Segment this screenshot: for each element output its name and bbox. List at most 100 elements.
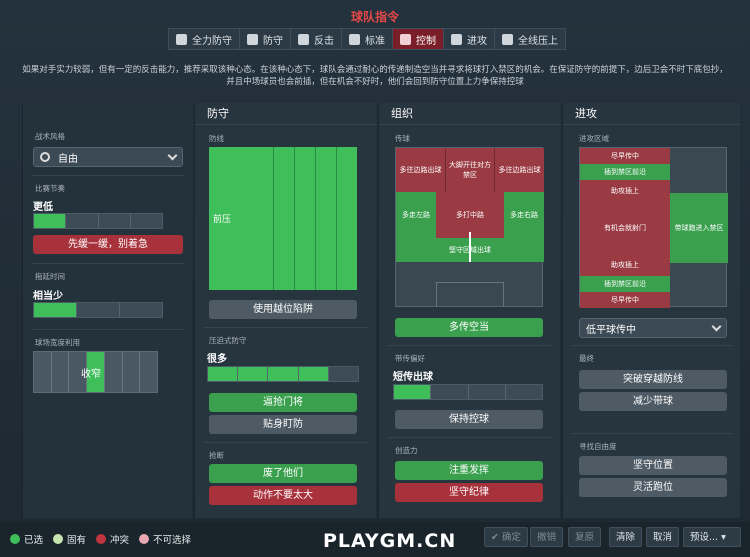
press-keeper-button[interactable]: 逼抢门将 xyxy=(209,393,357,412)
passing-style-slider[interactable] xyxy=(393,384,543,400)
stay-on-feet-button[interactable]: 动作不要太大 xyxy=(209,486,357,505)
style-value: 自由 xyxy=(58,153,78,165)
dot-icon xyxy=(10,534,20,544)
get-stuck-in-button[interactable]: 废了他们 xyxy=(209,464,357,483)
divider xyxy=(31,263,185,264)
tab-all-defend[interactable]: 全力防守 xyxy=(169,29,240,49)
discipline-button[interactable]: 坚守纪律 xyxy=(395,483,543,502)
defensive-line-pitch[interactable]: 前压 xyxy=(209,147,357,290)
slow-down-button[interactable]: 先缓一缓，别着急 xyxy=(33,235,183,254)
undo-button[interactable]: 撤销 xyxy=(530,527,564,547)
timewaste-slider[interactable] xyxy=(33,302,163,318)
pass-cell[interactable]: 多走右路 xyxy=(504,192,544,238)
cancel-button[interactable]: 取消 xyxy=(646,527,680,547)
width-seg xyxy=(123,352,141,392)
keep-possession-button[interactable]: 保持控球 xyxy=(395,410,543,429)
zone-cell[interactable]: 助攻插上 xyxy=(580,180,670,202)
attack-icon xyxy=(451,33,462,45)
pass-cell[interactable]: 多往边路出球 xyxy=(495,148,544,192)
style-label: 带传偏好 xyxy=(395,354,425,363)
pass-label: 传球 xyxy=(395,134,410,143)
mentality-tabs: 全力防守 防守 反击 标准 控制 进攻 全线压上 xyxy=(168,28,566,50)
preset-label: 预设... xyxy=(690,532,719,543)
confirm-button[interactable]: ✔ 确定 xyxy=(484,527,528,547)
pass-arrow-icon xyxy=(469,232,471,262)
offside-trap-button[interactable]: 使用越位陷阱 xyxy=(209,300,357,319)
style-value: 短传出球 xyxy=(393,372,433,383)
slider-seg xyxy=(394,385,432,399)
tab-defend[interactable]: 防守 xyxy=(240,29,291,49)
tab-label: 防守 xyxy=(263,35,283,47)
zone-cell[interactable]: 尽早传中 xyxy=(580,148,670,164)
tempo-slider[interactable] xyxy=(33,213,163,229)
counter-icon xyxy=(298,33,309,45)
chevron-down-icon xyxy=(167,150,178,161)
width-seg xyxy=(34,352,52,392)
zone-cell[interactable]: 助攻插上 xyxy=(580,254,670,276)
tab-counter[interactable]: 反击 xyxy=(291,29,342,49)
dribble-less-button[interactable]: 减少带球 xyxy=(579,392,727,411)
slider-seg xyxy=(298,367,329,381)
zone-cell[interactable]: 插到禁区前沿 xyxy=(580,164,670,180)
legend-conflict: 冲突 xyxy=(96,532,129,546)
pitch-box xyxy=(436,282,504,307)
width-seg xyxy=(105,352,123,392)
cross-type-dropdown[interactable]: 低平球传中 xyxy=(579,318,727,338)
restore-button[interactable]: 复原 xyxy=(568,527,602,547)
legend-label: 不可选择 xyxy=(153,535,192,546)
control-icon xyxy=(400,33,411,45)
preset-button[interactable]: 预设... ▾ xyxy=(683,527,741,547)
style-dropdown[interactable]: 自由 xyxy=(33,147,183,167)
watermark: PLAYGM.CN xyxy=(323,530,457,552)
passing-pitch[interactable]: 多往边路出球 大脚开往对方禁区 多往边路出球 多走左路 多打中路 多走右路 堅守… xyxy=(395,147,544,307)
chevron-down-icon xyxy=(711,321,722,332)
tab-label: 进攻 xyxy=(467,35,487,47)
roam-button[interactable]: 灵活跑位 xyxy=(579,478,727,497)
tab-label: 全线压上 xyxy=(518,35,558,47)
balance-icon xyxy=(349,33,360,45)
attack-zone-pitch[interactable]: 尽早传中 插到禁区前沿 助攻插上 有机会就射门 助攻插上 插到禁区前沿 尽早传中… xyxy=(579,147,728,308)
zone-cell[interactable]: 有机会就射门 xyxy=(580,202,670,254)
slider-seg xyxy=(469,385,506,399)
clear-button[interactable]: 清除 xyxy=(609,527,643,547)
hold-position-button[interactable]: 坚守位置 xyxy=(579,456,727,475)
line-selected-zone: 前压 xyxy=(209,147,274,290)
tab-standard[interactable]: 标准 xyxy=(342,29,393,49)
press-slider[interactable] xyxy=(207,366,359,382)
pass-cell[interactable]: 多走左路 xyxy=(396,192,436,238)
mentality-description: 如果对手实力较弱，但有一定的反击能力，推荐采取该种心态。在该种心态下，球队会通过… xyxy=(22,65,728,87)
style-label: 战术风格 xyxy=(35,132,65,141)
slider-seg xyxy=(238,367,269,381)
zone-cell[interactable]: 插到禁区前沿 xyxy=(580,276,670,292)
legend-unavailable: 不可选择 xyxy=(139,532,191,546)
tab-label: 控制 xyxy=(416,35,436,47)
attack-panel: 进攻 进攻区域 尽早传中 插到禁区前沿 助攻插上 有机会就射门 助攻插上 插到禁… xyxy=(562,103,740,518)
divider xyxy=(571,433,733,434)
zone-cell[interactable]: 尽早传中 xyxy=(580,292,670,308)
tab-attack[interactable]: 进攻 xyxy=(444,29,495,49)
line-label: 防线 xyxy=(209,134,224,143)
slider-seg xyxy=(34,303,77,317)
dot-icon xyxy=(53,534,63,544)
check-icon: ✔ xyxy=(491,532,502,543)
slider-seg xyxy=(99,214,131,228)
tempo-label: 比赛节奏 xyxy=(35,184,65,193)
tight-marking-button[interactable]: 贴身盯防 xyxy=(209,415,357,434)
play-into-space-button[interactable]: 多传空当 xyxy=(395,318,543,337)
pass-cell[interactable]: 大脚开往对方禁区 xyxy=(445,148,495,192)
express-button[interactable]: 注重发挥 xyxy=(395,461,543,480)
tab-label: 反击 xyxy=(314,35,334,47)
divider xyxy=(31,175,185,176)
play-through-button[interactable]: 突破穿越防线 xyxy=(579,370,727,389)
tab-control[interactable]: 控制 xyxy=(393,29,444,49)
tab-overload[interactable]: 全线压上 xyxy=(495,29,565,49)
pass-cell[interactable]: 多往边路出球 xyxy=(396,148,445,192)
legend-label: 冲突 xyxy=(110,535,130,546)
line-zone xyxy=(295,147,316,290)
legend-inherent: 固有 xyxy=(53,532,86,546)
zone-label: 进攻区域 xyxy=(579,134,609,143)
arrow-up-icon xyxy=(502,33,513,45)
settings-icon xyxy=(40,152,50,162)
slider-seg xyxy=(208,367,239,381)
zone-cell[interactable]: 带球跑进入禁区 xyxy=(670,193,728,263)
